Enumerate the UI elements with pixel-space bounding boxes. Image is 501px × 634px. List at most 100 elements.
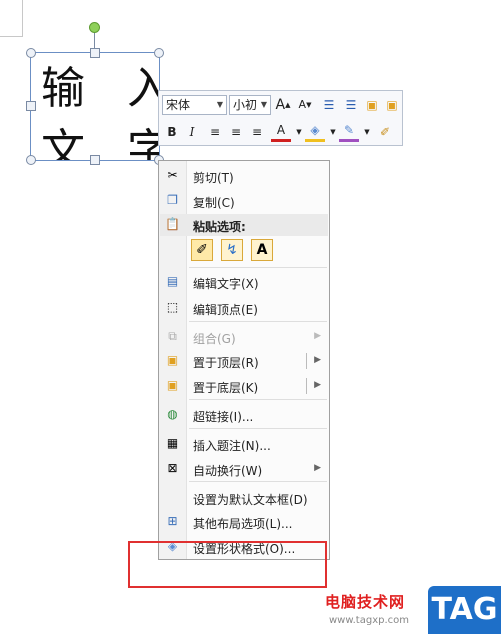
submenu-arrow-icon: ▶ xyxy=(314,355,321,365)
menu-separator xyxy=(189,399,327,400)
font-name-value: 宋体 xyxy=(166,98,191,112)
resize-handle-bottom-left[interactable] xyxy=(26,155,36,165)
paste-options-row: 📋 粘贴选项: xyxy=(159,214,329,236)
menu-item-wrap-text[interactable]: ⊠ 自动换行(W) ▶ xyxy=(159,458,329,480)
bring-forward-icon: ▣ xyxy=(366,98,378,112)
font-color-button[interactable]: A xyxy=(271,122,291,142)
paint-bucket-icon: ◈ xyxy=(310,123,320,137)
resize-handle-left[interactable] xyxy=(26,101,36,111)
italic-button[interactable]: I xyxy=(182,122,202,142)
menu-item-label: 其他布局选项(L)... xyxy=(193,517,293,531)
menu-item-edit-points[interactable]: ⬚ 编辑顶点(E) xyxy=(159,297,329,319)
menu-item-label: 编辑文字(X) xyxy=(193,277,259,291)
menu-item-set-default-textbox[interactable]: 设置为默认文本框(D) xyxy=(159,487,329,509)
menu-item-cut[interactable]: ✂ 剪切(T) xyxy=(159,165,329,187)
menu-separator xyxy=(189,428,327,429)
rotation-handle[interactable] xyxy=(89,22,100,33)
send-backward-button[interactable]: ▣ xyxy=(382,95,402,115)
format-painter-button[interactable]: ✐ xyxy=(375,122,395,142)
paste-options-label: 粘贴选项: xyxy=(193,220,246,234)
triangle-up-icon: ▲ xyxy=(285,101,291,109)
watermark-url: www.tagxp.com xyxy=(329,615,409,626)
submenu-arrow-icon: ▶ xyxy=(314,331,321,341)
font-color-icon: A xyxy=(276,123,286,137)
align-right-icon: ≡ xyxy=(251,125,263,139)
menu-item-label: 剪切(T) xyxy=(193,171,234,185)
grow-font-icon: A xyxy=(275,97,286,113)
font-size-combo[interactable]: 小初 ▼ xyxy=(229,95,271,115)
wrap-text-icon: ⊠ xyxy=(167,461,178,475)
menu-item-label: 置于底层(K) xyxy=(193,381,259,395)
bring-forward-button[interactable]: ▣ xyxy=(362,95,382,115)
align-left-button[interactable]: ≡ xyxy=(205,122,225,142)
menu-item-label: 置于顶层(R) xyxy=(193,356,259,370)
page-corner-mark xyxy=(0,0,23,37)
shrink-font-button[interactable]: A▼ xyxy=(295,95,315,115)
chevron-down-icon: ▼ xyxy=(330,128,336,136)
edit-points-icon: ⬚ xyxy=(166,300,179,314)
menu-item-label: 设置为默认文本框(D) xyxy=(193,493,308,507)
scissors-icon: ✂ xyxy=(167,168,178,182)
menu-item-insert-caption[interactable]: ▦ 插入题注(N)... xyxy=(159,433,329,455)
text-box-line-2: 文 字 xyxy=(41,125,159,161)
resize-handle-top[interactable] xyxy=(90,48,100,58)
context-menu: ✂ 剪切(T) ❐ 复制(C) 📋 粘贴选项: ✐ ↯ A ▤ 编辑文字(X) … xyxy=(158,160,330,560)
chevron-down-icon: ▼ xyxy=(216,100,223,109)
menu-item-hyperlink[interactable]: ◍ 超链接(I)... xyxy=(159,404,329,426)
menu-item-label: 组合(G) xyxy=(193,332,236,346)
resize-handle-top-right[interactable] xyxy=(154,48,164,58)
paste-text-only-button[interactable]: A xyxy=(251,239,273,261)
menu-item-edit-text[interactable]: ▤ 编辑文字(X) xyxy=(159,271,329,293)
menu-item-label: 插入题注(N)... xyxy=(193,439,271,453)
menu-item-label: 超链接(I)... xyxy=(193,410,254,424)
pen-icon: ✎ xyxy=(343,123,355,137)
increase-indent-icon: ☰ xyxy=(345,98,357,112)
increase-indent-button[interactable]: ☰ xyxy=(341,95,361,115)
copy-icon: ❐ xyxy=(167,193,178,207)
bring-to-front-icon: ▣ xyxy=(166,353,179,367)
paste-arrow-icon: ↯ xyxy=(226,242,238,258)
text-box[interactable]: 输 入 文 字 xyxy=(30,52,160,161)
menu-separator xyxy=(189,321,327,322)
paste-brush-icon: ✐ xyxy=(196,242,208,258)
resize-handle-top-left[interactable] xyxy=(26,48,36,58)
menu-separator xyxy=(189,481,327,482)
rotation-handle-stem xyxy=(94,30,95,50)
menu-item-label: 编辑顶点(E) xyxy=(193,303,258,317)
layout-options-icon: ⊞ xyxy=(167,514,178,528)
menu-separator xyxy=(189,267,327,268)
send-to-back-icon: ▣ xyxy=(166,378,179,392)
edit-text-icon: ▤ xyxy=(166,274,179,288)
triangle-down-icon: ▼ xyxy=(306,101,312,109)
chevron-down-icon: ▼ xyxy=(260,100,267,109)
align-right-button[interactable]: ≡ xyxy=(247,122,267,142)
resize-handle-bottom[interactable] xyxy=(90,155,100,165)
menu-item-copy[interactable]: ❐ 复制(C) xyxy=(159,190,329,212)
grow-font-button[interactable]: A▲ xyxy=(273,95,293,115)
line-color-button[interactable]: ✎ xyxy=(339,122,359,142)
split-divider xyxy=(306,378,307,394)
format-painter-icon: ✐ xyxy=(379,125,391,139)
send-backward-icon: ▣ xyxy=(386,98,398,112)
align-center-icon: ≡ xyxy=(230,125,242,139)
watermark-tag-logo: TAG xyxy=(428,586,501,634)
group-icon: ⧉ xyxy=(168,329,177,343)
submenu-arrow-icon: ▶ xyxy=(314,463,321,473)
paste-merge-formatting-button[interactable]: ↯ xyxy=(221,239,243,261)
line-color-dropdown[interactable]: ▼ xyxy=(357,122,377,142)
bold-button[interactable]: B xyxy=(162,122,182,142)
watermark-title: 电脑技术网 xyxy=(325,593,406,611)
menu-item-more-layout-options[interactable]: ⊞ 其他布局选项(L)... xyxy=(159,511,329,533)
paste-keep-formatting-button[interactable]: ✐ xyxy=(191,239,213,261)
mini-toolbar: 宋体 ▼ 小初 ▼ A▲ A▼ ☰ ☰ ▣ ▣ B I ≡ ≡ ≡ A ▼ ◈ ▼ … xyxy=(158,90,403,146)
font-size-value: 小初 xyxy=(233,98,258,112)
font-name-combo[interactable]: 宋体 ▼ xyxy=(162,95,227,115)
menu-item-bring-to-front[interactable]: ▣ 置于顶层(R) ▶ xyxy=(159,350,329,372)
menu-item-send-to-back[interactable]: ▣ 置于底层(K) ▶ xyxy=(159,375,329,397)
hyperlink-globe-icon: ◍ xyxy=(167,407,178,421)
chevron-down-icon: ▼ xyxy=(364,128,370,136)
menu-item-group[interactable]: ⧉ 组合(G) ▶ xyxy=(159,326,329,348)
align-center-button[interactable]: ≡ xyxy=(226,122,246,142)
decrease-indent-button[interactable]: ☰ xyxy=(319,95,339,115)
fill-color-button[interactable]: ◈ xyxy=(305,122,325,142)
